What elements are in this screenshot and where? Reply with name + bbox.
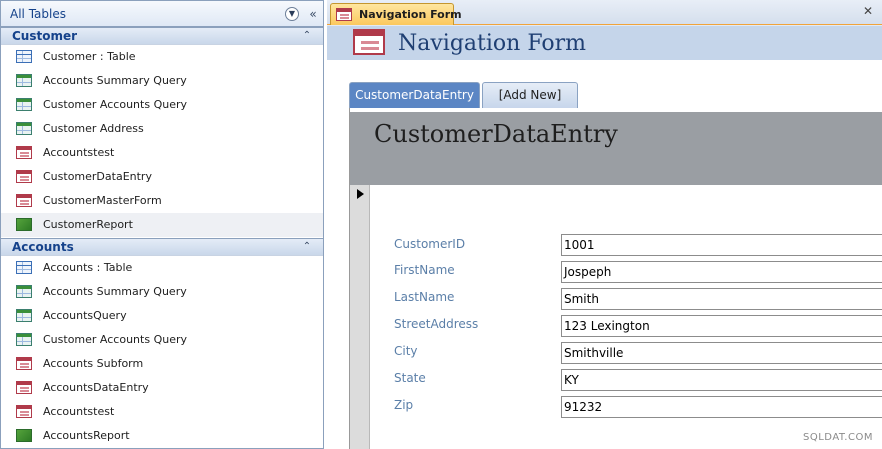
nav-item-label: AccountsDataEntry (43, 381, 149, 394)
group-label: Accounts (12, 240, 74, 254)
nav-item-customermasterform[interactable]: CustomerMasterForm (1, 189, 323, 213)
group-header-accounts[interactable]: Accounts ⌃ (1, 238, 323, 256)
field-label-state: State (394, 371, 426, 385)
current-record-icon (357, 189, 364, 199)
nav-item-customerreport[interactable]: CustomerReport (1, 213, 323, 237)
nav-item-label: Accounts Subform (43, 357, 144, 370)
nav-item-accountstest[interactable]: Accountstest (1, 141, 323, 165)
report-icon (16, 218, 32, 231)
nav-item-label: Customer Accounts Query (43, 98, 187, 111)
zip-field[interactable]: 91232 (561, 396, 882, 418)
chevron-down-icon[interactable]: ▼ (285, 7, 299, 21)
navigation-form: Navigation Form CustomerDataEntry [Add N… (327, 26, 882, 449)
nav-item-label: Accountstest (43, 146, 115, 159)
nav-pane-header[interactable]: All Tables ▼ « (1, 1, 323, 27)
document-tab-navigation-form[interactable]: Navigation Form (330, 3, 462, 25)
form-icon (353, 29, 385, 55)
shutter-collapse-icon[interactable]: « (306, 6, 320, 22)
field-value: Smith (564, 292, 599, 306)
field-value: Jospeph (564, 265, 612, 279)
table-icon (16, 261, 32, 274)
nav-item-accountsquery[interactable]: AccountsQuery (1, 304, 323, 328)
collapse-group-icon[interactable]: ⌃ (300, 28, 314, 44)
nav-tab-customerdataentry[interactable]: CustomerDataEntry (349, 82, 480, 108)
lastname-field[interactable]: Smith (561, 288, 882, 310)
nav-item-label: Customer Address (43, 122, 144, 135)
city-field[interactable]: Smithville (561, 342, 882, 364)
field-value: 91232 (564, 400, 603, 414)
field-value: KY (564, 373, 579, 387)
field-label-zip: Zip (394, 398, 414, 412)
field-value: 123 Lexington (564, 319, 650, 333)
navigation-pane: All Tables ▼ « Customer ⌃ Customer : Tab… (0, 0, 324, 449)
state-field[interactable]: KY (561, 369, 882, 391)
form-icon (16, 170, 32, 183)
form-icon (16, 381, 32, 394)
field-label-city: City (394, 344, 418, 358)
nav-pane-title[interactable]: All Tables (10, 7, 66, 21)
nav-item-accounts-summary-query[interactable]: Accounts Summary Query (1, 280, 323, 304)
nav-tab-add-new[interactable]: [Add New] (482, 82, 578, 108)
nav-item-label: CustomerReport (43, 218, 133, 231)
form-icon (16, 146, 32, 159)
nav-item-label: CustomerDataEntry (43, 170, 152, 183)
form-icon (16, 357, 32, 370)
nav-item-accounts-table[interactable]: Accounts : Table (1, 256, 323, 280)
field-label-customerid: CustomerID (394, 237, 466, 251)
nav-item-label: CustomerMasterForm (43, 194, 162, 207)
subform-title: CustomerDataEntry (374, 120, 618, 148)
customerid-field[interactable]: 1001 (561, 234, 882, 256)
watermark: SQLDAT.COM (803, 432, 873, 443)
group-header-customer[interactable]: Customer ⌃ (1, 27, 323, 45)
nav-item-customer-table[interactable]: Customer : Table (1, 45, 323, 69)
nav-item-label: Customer : Table (43, 50, 136, 63)
field-label-streetaddress: StreetAddress (394, 317, 479, 331)
query-icon (16, 74, 32, 87)
close-icon[interactable]: ✕ (861, 3, 875, 19)
nav-item-label: Accounts Summary Query (43, 285, 187, 298)
field-value: 1001 (564, 238, 595, 252)
page-title: Navigation Form (398, 31, 586, 56)
nav-item-label: Accountstest (43, 405, 115, 418)
group-label: Customer (12, 29, 78, 43)
nav-item-accountsdataentry[interactable]: AccountsDataEntry (1, 376, 323, 400)
form-icon (16, 194, 32, 207)
record-selector[interactable] (350, 185, 370, 449)
nav-item-label: AccountsQuery (43, 309, 127, 322)
nav-item-label: AccountsReport (43, 429, 130, 442)
nav-item-customer-accounts-query[interactable]: Customer Accounts Query (1, 93, 323, 117)
query-icon (16, 122, 32, 135)
nav-item-accounts-subform[interactable]: Accounts Subform (1, 352, 323, 376)
collapse-group-icon[interactable]: ⌃ (300, 239, 314, 255)
nav-item-label: Accounts : Table (43, 261, 133, 274)
subform-header: CustomerDataEntry (350, 112, 882, 185)
report-icon (16, 429, 32, 442)
nav-item-label: Customer Accounts Query (43, 333, 187, 346)
nav-item-accounts-summary-query[interactable]: Accounts Summary Query (1, 69, 323, 93)
table-icon (16, 50, 32, 63)
field-label-lastname: LastName (394, 290, 455, 304)
nav-item-accountsreport[interactable]: AccountsReport (1, 424, 323, 448)
query-icon (16, 285, 32, 298)
form-icon (16, 405, 32, 418)
nav-item-customer-accounts-query[interactable]: Customer Accounts Query (1, 328, 323, 352)
form-icon (336, 8, 352, 21)
streetaddress-field[interactable]: 123 Lexington (561, 315, 882, 337)
form-header: Navigation Form (327, 26, 882, 60)
nav-item-customerdataentry[interactable]: CustomerDataEntry (1, 165, 323, 189)
nav-item-label: Accounts Summary Query (43, 74, 187, 87)
nav-item-customer-address[interactable]: Customer Address (1, 117, 323, 141)
nav-item-accountstest[interactable]: Accountstest (1, 400, 323, 424)
document-area: Navigation Form ✕ Navigation Form Custom… (327, 0, 882, 449)
query-icon (16, 333, 32, 346)
field-value: Smithville (564, 346, 624, 360)
field-label-firstname: FirstName (394, 263, 455, 277)
document-tab-strip: Navigation Form ✕ (327, 0, 882, 25)
document-tab-label: Navigation Form (359, 8, 462, 21)
firstname-field[interactable]: Jospeph (561, 261, 882, 283)
query-icon (16, 309, 32, 322)
subform-customerdataentry: CustomerDataEntry CustomerID 1001 FirstN… (349, 108, 882, 449)
query-icon (16, 98, 32, 111)
